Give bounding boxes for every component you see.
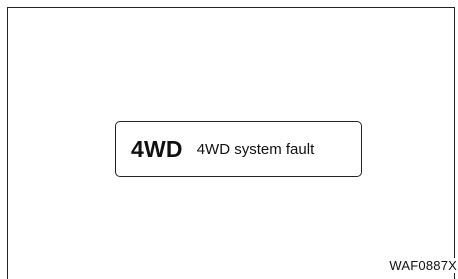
figure-code: WAF0887X [387,258,457,273]
4wd-indicator-icon: 4WD [131,135,183,162]
warning-message-box: 4WD 4WD system fault [115,121,362,177]
warning-message-text: 4WD system fault [196,140,315,158]
